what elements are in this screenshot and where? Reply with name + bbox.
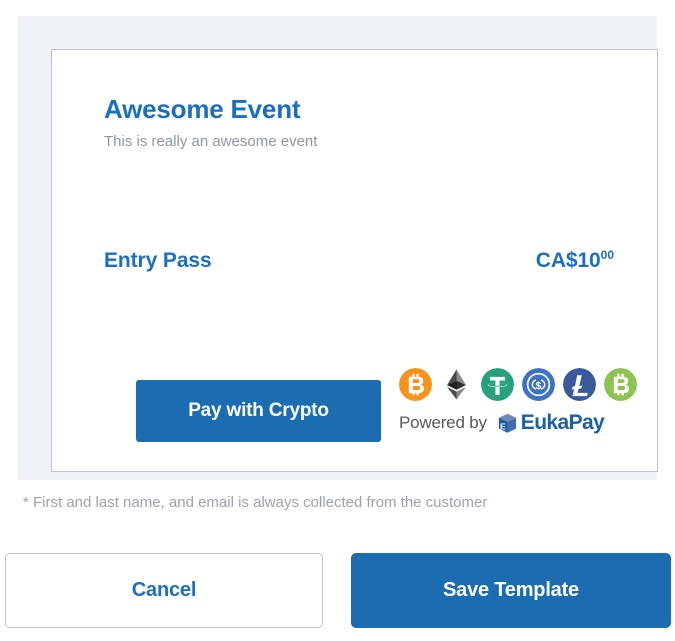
line-item-name: Entry Pass [104,249,212,272]
checkout-preview-card: Awesome Event This is really an awesome … [51,49,658,472]
price-cents: 00 [600,248,614,262]
litecoin-icon [563,368,596,401]
price-amount: CA$10 [535,249,601,272]
line-item-row: Entry Pass CA$1000 [104,248,614,273]
template-preview-screen: Awesome Event This is really an awesome … [0,0,675,641]
collection-footnote: * First and last name, and email is alwa… [23,494,488,511]
eukapay-cube-logo-icon: E [498,413,516,433]
svg-text:E: E [500,421,506,431]
usd-coin-icon: $ [522,368,555,401]
pay-with-crypto-button[interactable]: Pay with Crypto [136,380,381,442]
powered-by-row: Powered by E EukaPay [399,411,637,435]
crypto-branding-block: $ Powered by E EukaPay [399,368,637,435]
preview-panel: Awesome Event This is really an awesome … [18,16,658,480]
line-item-price: CA$1000 [536,248,614,273]
powered-by-label: Powered by [399,413,487,432]
crypto-icons-row: $ [399,368,637,401]
bitcoin-cash-icon [604,368,637,401]
event-subtitle: This is really an awesome event [104,132,318,150]
ethereum-icon [447,369,466,400]
save-template-button[interactable]: Save Template [351,553,671,628]
bitcoin-icon [399,368,432,401]
eukapay-wordmark: EukaPay [520,411,605,434]
svg-text:$: $ [536,381,542,392]
event-title: Awesome Event [104,94,301,124]
tether-icon [481,368,514,401]
payment-row: Pay with Crypto $ Powered by E EukaPay [136,368,656,450]
cancel-button[interactable]: Cancel [5,553,323,628]
